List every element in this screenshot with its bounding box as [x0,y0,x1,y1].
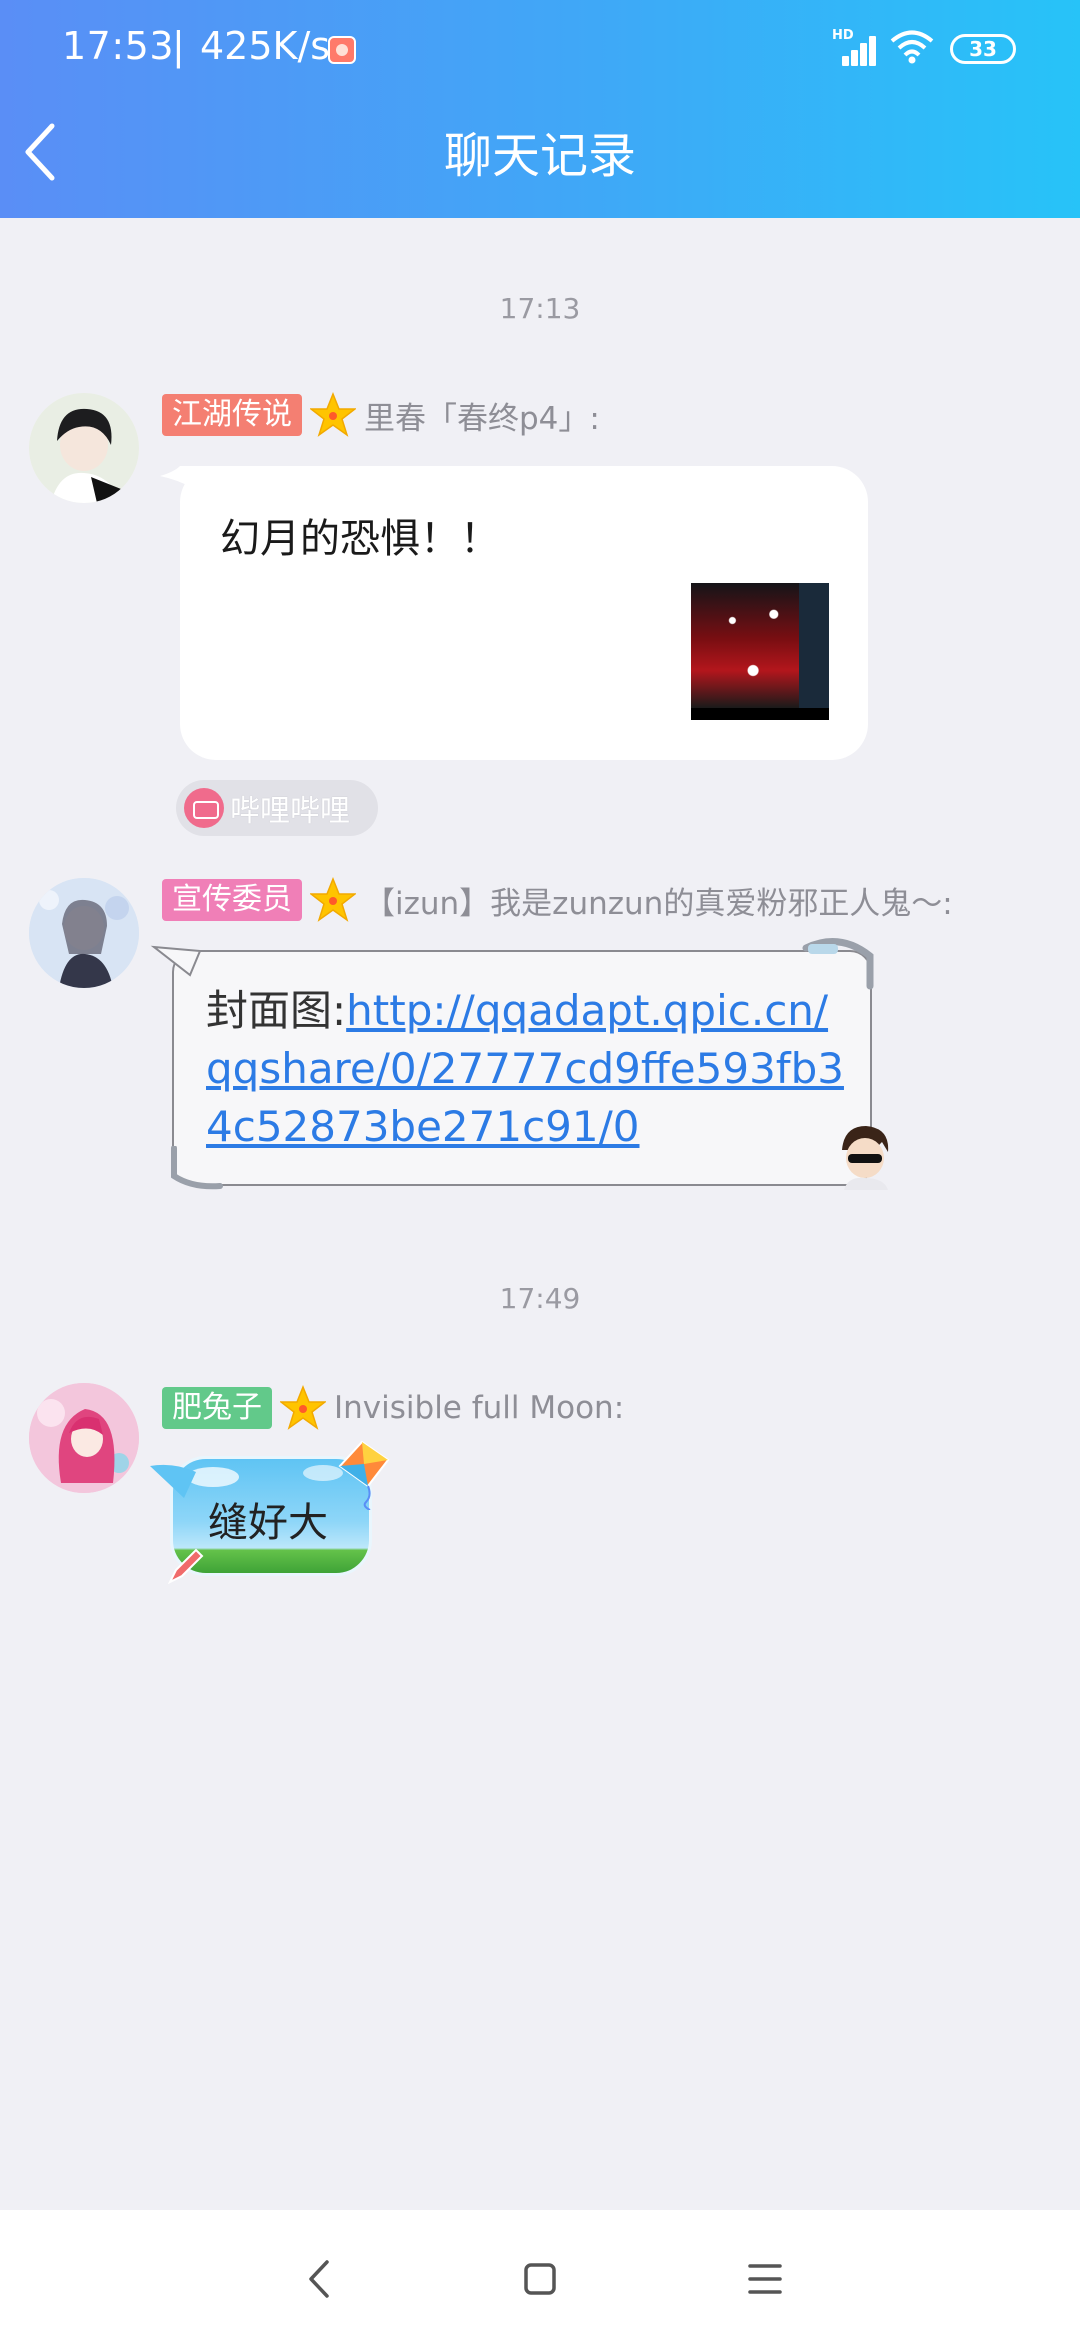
sender-row: 江湖传说 里春「春终p4」: [162,392,600,438]
rank-badge: 江湖传说 [162,394,302,436]
menu-icon[interactable] [730,2244,800,2314]
message-thumbnail[interactable] [691,583,829,720]
source-label: 哔哩哔哩 [230,794,350,829]
time-divider: 17:49 [499,1282,581,1315]
avatar[interactable] [29,1383,139,1493]
cell-signal-icon: HD [832,28,876,66]
sender-name[interactable]: 里春「春终p4」: [364,393,600,438]
avatar[interactable] [29,878,139,988]
app-header: 17:53 | 425K/s HD 33 聊天记录 [0,0,1080,218]
star-icon [310,877,356,922]
message-text: 封面图:http://qqadapt.qpic.cn/qqshare/0/277… [206,982,846,1156]
status-bar: 17:53 | 425K/s HD 33 [0,0,1080,100]
wifi-icon [890,30,934,64]
bilibili-icon [184,788,224,828]
message-text: 幻月的恐惧！！ [220,516,500,562]
time-divider: 17:13 [499,292,581,325]
status-time: 17:53 [62,24,175,68]
home-icon[interactable] [505,2244,575,2314]
thumbnail-panel [799,583,829,708]
status-separator: | [172,24,185,68]
source-tag[interactable]: 哔哩哔哩 [176,780,378,836]
star-icon [280,1385,326,1430]
star-icon [310,392,356,437]
avatar-image [29,1383,139,1493]
sender-row: 肥兔子 Invisible full Moon: [162,1385,624,1431]
avatar-image [29,878,139,988]
message-text-prefix: 封面图: [206,986,347,1035]
sender-name[interactable]: 【izun】我是zunzun的真爱粉邪正人鬼～: [364,878,953,923]
network-speed: 425K/s [200,24,331,68]
notification-app-icon [328,36,356,64]
sender-name[interactable]: Invisible full Moon: [334,1390,624,1426]
sender-row: 宣传委员 【izun】我是zunzun的真爱粉邪正人鬼～: [162,877,953,923]
bubble-tail [150,945,202,977]
avatar-image [29,393,139,503]
hd-label: HD [832,28,854,43]
avatar[interactable] [29,393,139,503]
system-nav-bar [0,2210,1080,2340]
back-icon[interactable] [285,2244,355,2314]
rank-badge: 肥兔子 [162,1387,272,1429]
rank-badge: 宣传委员 [162,879,302,921]
bubble-tail [150,1464,196,1498]
battery-icon: 33 [950,34,1016,64]
pencil-icon [167,1548,204,1585]
message-text: 缝好大 [208,1500,328,1546]
page-title: 聊天记录 [443,128,636,184]
kite-icon [338,1440,390,1510]
